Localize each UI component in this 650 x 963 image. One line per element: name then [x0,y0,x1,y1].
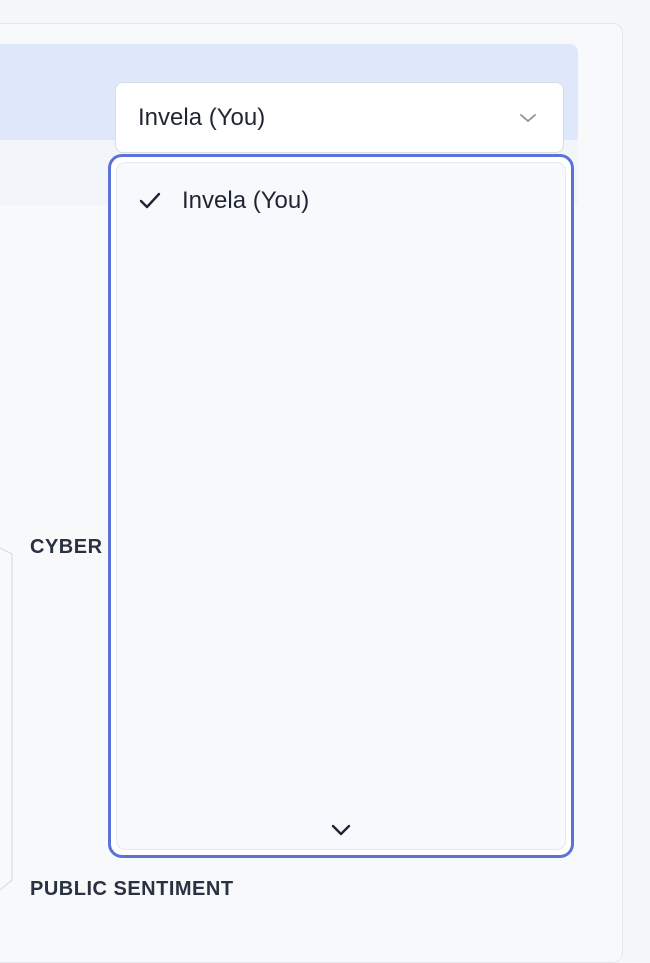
dropdown-option-invela[interactable]: Invela (You) [117,181,565,221]
dropdown-option-label: Invela (You) [182,187,310,214]
checkmark-icon [139,192,161,209]
scroll-down-chevron-icon[interactable] [329,821,353,839]
company-dropdown: Invela (You) [108,154,574,858]
axis-label-cyber: CYBER [30,536,103,558]
chevron-down-icon [520,114,536,122]
dropdown-list: Invela (You) [116,162,566,850]
axis-label-public-sentiment: PUBLIC SENTIMENT [30,878,234,900]
radar-chart-edge [0,547,13,891]
company-select-value: Invela (You) [138,103,266,131]
company-select[interactable]: Invela (You) [115,82,564,153]
